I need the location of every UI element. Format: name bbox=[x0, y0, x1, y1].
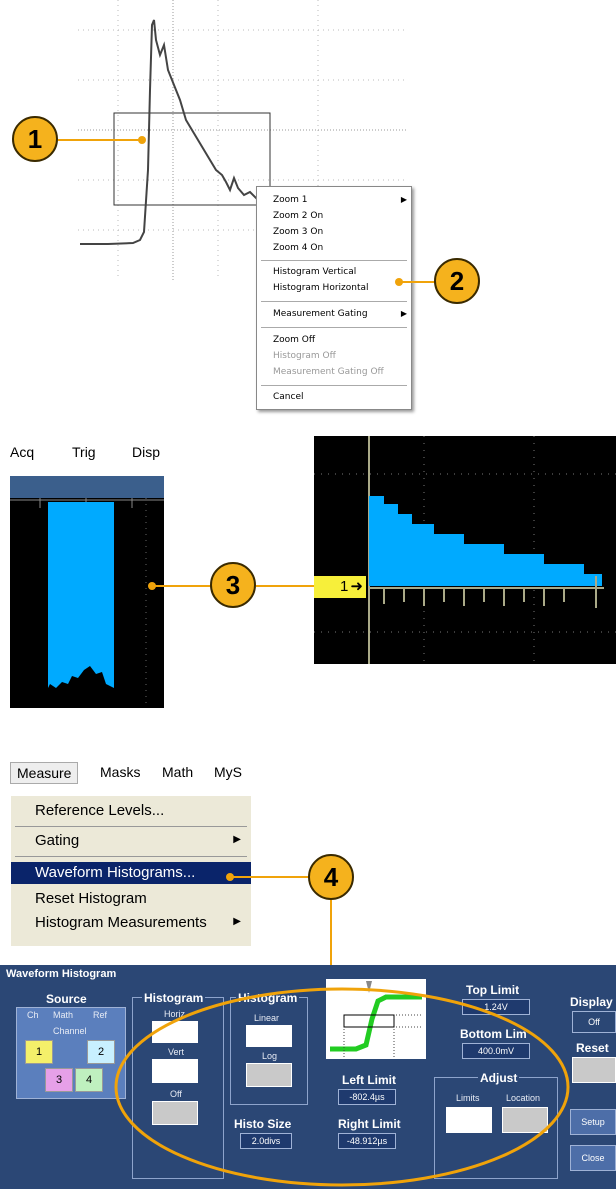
menu-item-gating[interactable]: Gating bbox=[35, 832, 79, 849]
measure-dropdown: Reference Levels... Gating ▶ Waveform Hi… bbox=[10, 796, 251, 946]
menu-item-waveform-histograms[interactable]: Waveform Histograms... bbox=[35, 864, 195, 881]
menu-item-histogram-vertical[interactable]: Histogram Vertical bbox=[273, 267, 356, 277]
menu-item-reference-levels[interactable]: Reference Levels... bbox=[35, 802, 164, 819]
context-menu: Zoom 1 ▶ Zoom 2 On Zoom 3 On Zoom 4 On Hi… bbox=[256, 186, 412, 410]
menu-item-zoom1[interactable]: Zoom 1 bbox=[273, 195, 308, 205]
scope-menubar: Acq Trig Disp bbox=[10, 436, 164, 476]
callout-4: 4 bbox=[308, 854, 354, 900]
menu-mys[interactable]: MyS bbox=[214, 764, 242, 780]
vertical-histogram-display bbox=[10, 498, 164, 708]
callout-3: 3 bbox=[210, 562, 256, 608]
menu-item-zoom3[interactable]: Zoom 3 On bbox=[273, 227, 323, 237]
callout-2: 2 bbox=[434, 258, 480, 304]
scope-toolbar-strip bbox=[10, 476, 164, 498]
menu-item-histogram-off: Histogram Off bbox=[273, 351, 336, 361]
menu-item-reset-histogram[interactable]: Reset Histogram bbox=[35, 890, 147, 907]
callout-1: 1 bbox=[12, 116, 58, 162]
menu-math[interactable]: Math bbox=[162, 764, 193, 780]
callout-2-leader bbox=[400, 281, 436, 283]
menu-disp[interactable]: Disp bbox=[132, 444, 160, 460]
reference-marker: 1 ➜ bbox=[314, 576, 366, 598]
callout-4-leader bbox=[232, 876, 310, 878]
menu-separator bbox=[261, 260, 407, 261]
callout-3-label: 3 bbox=[225, 569, 241, 600]
menu-acq[interactable]: Acq bbox=[10, 444, 34, 460]
menu-item-histogram-horizontal[interactable]: Histogram Horizontal bbox=[273, 283, 369, 293]
horizontal-histogram-plot bbox=[314, 436, 616, 664]
callout-4-label: 4 bbox=[323, 861, 339, 892]
highlight-ellipse bbox=[114, 987, 570, 1187]
submenu-arrow-icon: ▶ bbox=[400, 195, 407, 204]
callout-1-label: 1 bbox=[27, 123, 43, 154]
menu-separator bbox=[261, 385, 407, 386]
menu-separator bbox=[261, 301, 407, 302]
menu-separator bbox=[15, 826, 247, 827]
menu-separator bbox=[15, 856, 247, 857]
callout-1-leader bbox=[58, 139, 142, 141]
waveform-histogram-panel: Waveform Histogram Source Ch Math Ref Ch… bbox=[0, 965, 616, 1189]
measure-menubar: Measure Masks Math MyS bbox=[10, 756, 260, 786]
callout-4-leader-down bbox=[330, 900, 332, 974]
menu-separator bbox=[261, 327, 407, 328]
reference-marker-label: 1 bbox=[340, 578, 349, 595]
menu-item-measurement-gating-off: Measurement Gating Off bbox=[273, 367, 384, 377]
submenu-arrow-icon: ▶ bbox=[233, 916, 241, 927]
menu-item-zoom-off[interactable]: Zoom Off bbox=[273, 335, 315, 345]
menu-measure[interactable]: Measure bbox=[10, 762, 79, 784]
submenu-arrow-icon: ▶ bbox=[233, 834, 241, 845]
submenu-arrow-icon: ▶ bbox=[400, 309, 407, 318]
menu-trig[interactable]: Trig bbox=[72, 444, 96, 460]
menu-item-cancel[interactable]: Cancel bbox=[273, 392, 304, 402]
menu-item-measurement-gating[interactable]: Measurement Gating bbox=[273, 309, 368, 319]
callout-1-dot bbox=[138, 136, 146, 144]
menu-item-zoom4[interactable]: Zoom 4 On bbox=[273, 243, 323, 253]
callout-3-leader-right bbox=[256, 585, 314, 587]
callout-3-leader-left bbox=[154, 585, 212, 587]
menu-item-zoom2[interactable]: Zoom 2 On bbox=[273, 211, 323, 221]
callout-2-label: 2 bbox=[449, 265, 465, 296]
menu-item-histogram-measurements[interactable]: Histogram Measurements bbox=[35, 914, 207, 931]
vertical-histogram-plot bbox=[10, 498, 164, 708]
horizontal-histogram-display: 1 ➜ bbox=[314, 436, 616, 664]
arrow-right-icon: ➜ bbox=[350, 578, 363, 595]
menu-masks[interactable]: Masks bbox=[100, 764, 140, 780]
